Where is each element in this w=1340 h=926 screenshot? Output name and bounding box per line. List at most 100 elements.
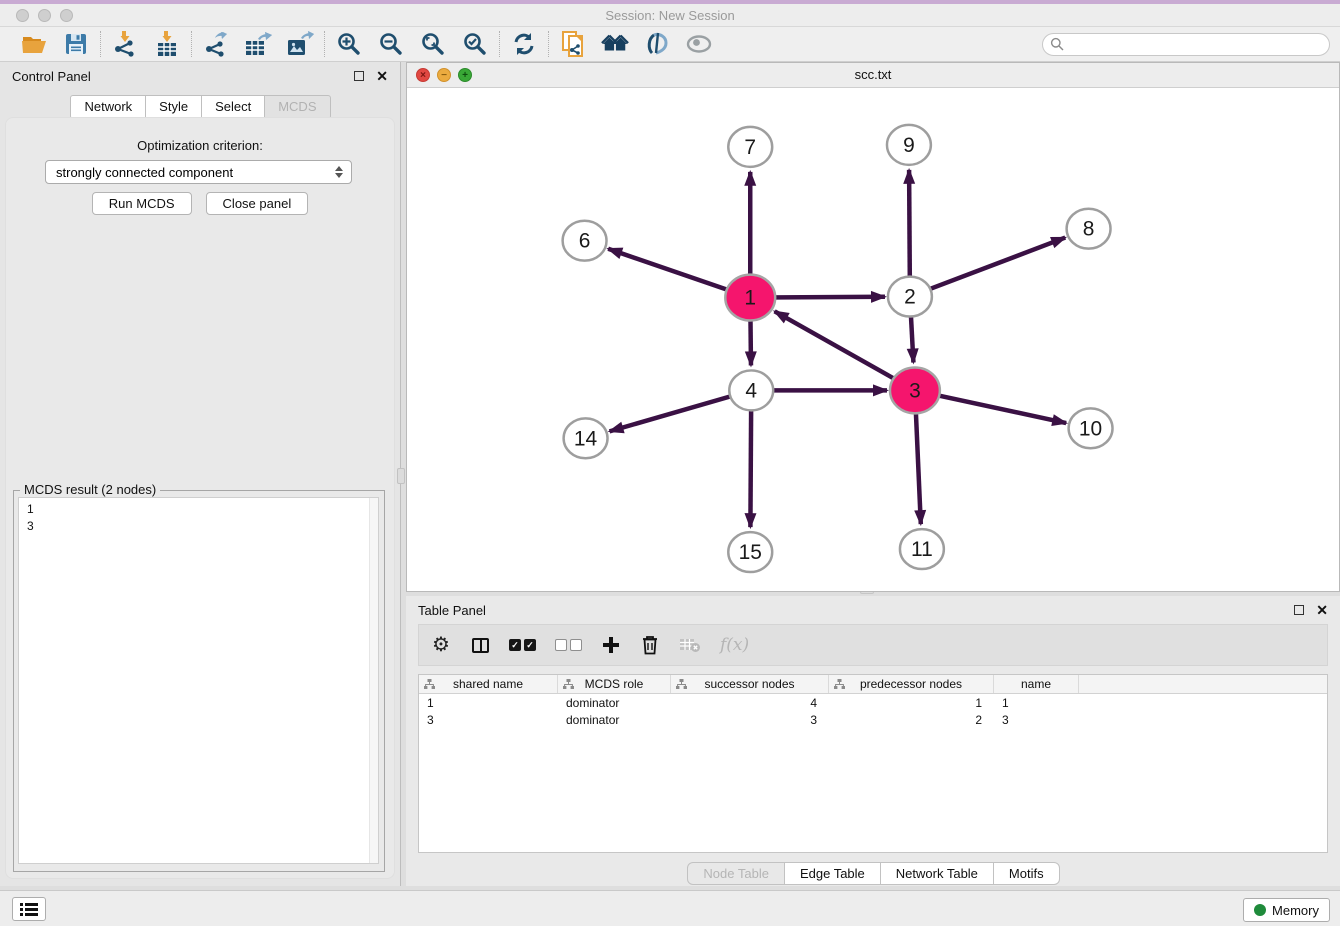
node-10[interactable]: 10 <box>1069 408 1113 448</box>
run-mcds-button[interactable]: Run MCDS <box>92 192 192 215</box>
application-window: Session: New Session <box>0 0 1340 926</box>
node-1[interactable]: 1 <box>725 275 775 321</box>
tab-edge-table[interactable]: Edge Table <box>784 862 881 885</box>
zoom-out-icon[interactable] <box>377 30 405 58</box>
column-label: name <box>1021 677 1051 691</box>
memory-button[interactable]: Memory <box>1243 898 1330 922</box>
network-canvas[interactable]: 7 9 6 8 1 2 4 3 14 10 15 11 <box>407 89 1339 591</box>
table-cell[interactable]: 1 <box>829 696 994 710</box>
search-icon <box>1050 37 1064 51</box>
vertical-splitter-handle[interactable] <box>397 468 405 484</box>
export-network-icon[interactable] <box>202 30 230 58</box>
table-row[interactable]: 3dominator323 <box>419 711 1327 728</box>
table-cell[interactable]: 1 <box>994 696 1079 710</box>
node-6[interactable]: 6 <box>563 221 607 261</box>
refresh-icon[interactable] <box>510 30 538 58</box>
visual-style-icon[interactable] <box>643 30 671 58</box>
node-label: 1 <box>744 287 756 310</box>
node-8[interactable]: 8 <box>1067 209 1111 249</box>
duplicate-network-icon[interactable] <box>559 30 587 58</box>
node-3[interactable]: 3 <box>890 367 940 413</box>
node-9[interactable]: 9 <box>887 125 931 165</box>
export-image-icon[interactable] <box>286 30 314 58</box>
table-cell[interactable]: dominator <box>558 713 671 727</box>
node-label: 9 <box>903 134 915 157</box>
mcds-result-title: MCDS result (2 nodes) <box>20 482 160 497</box>
result-scrollbar[interactable] <box>369 498 378 863</box>
node-11[interactable]: 11 <box>900 529 944 569</box>
node-2[interactable]: 2 <box>888 277 932 317</box>
show-columns-icon[interactable] <box>470 633 490 657</box>
node-label: 15 <box>739 541 762 564</box>
node-14[interactable]: 14 <box>564 418 608 458</box>
zoom-selected-icon[interactable] <box>461 30 489 58</box>
control-tab-mcds[interactable]: MCDS <box>264 95 330 119</box>
import-network-icon[interactable] <box>111 30 139 58</box>
node-label: 4 <box>745 379 757 402</box>
table-settings-gear-icon[interactable]: ⚙ <box>431 633 451 657</box>
close-panel-icon[interactable]: ✕ <box>376 69 388 83</box>
node-15[interactable]: 15 <box>728 532 772 572</box>
tab-network-table[interactable]: Network Table <box>880 862 994 885</box>
control-panel: Control Panel ✕ NetworkStyleSelectMCDS O… <box>0 62 401 886</box>
table-cell[interactable]: 1 <box>419 696 558 710</box>
tab-node-table[interactable]: Node Table <box>687 862 785 885</box>
export-table-icon[interactable] <box>244 30 272 58</box>
network-window-titlebar[interactable]: × − + scc.txt <box>407 63 1339 88</box>
eye-icon <box>685 30 713 58</box>
table-cell[interactable]: 3 <box>671 713 829 727</box>
table-cell[interactable]: 2 <box>829 713 994 727</box>
mcds-result-textarea[interactable]: 1 3 <box>18 497 379 864</box>
mcds-result-values: 1 3 <box>19 498 378 538</box>
column-type-icon <box>676 679 687 690</box>
node-table[interactable]: shared nameMCDS role successor nodes prede… <box>418 674 1328 853</box>
column-header-name[interactable]: name <box>994 675 1079 693</box>
table-row[interactable]: 1dominator411 <box>419 694 1327 711</box>
table-cell[interactable]: dominator <box>558 696 671 710</box>
select-stepper-icon <box>335 166 343 178</box>
search-input[interactable] <box>1068 35 1329 54</box>
network-graph[interactable]: 7 9 6 8 1 2 4 3 14 10 15 11 <box>407 89 1339 591</box>
node-label: 6 <box>579 230 591 253</box>
control-tab-select[interactable]: Select <box>201 95 265 119</box>
save-session-icon[interactable] <box>62 30 90 58</box>
delete-column-icon[interactable] <box>640 633 660 657</box>
search-field[interactable] <box>1042 33 1330 56</box>
control-tab-style[interactable]: Style <box>145 95 202 119</box>
node-label: 3 <box>909 379 921 402</box>
column-header-successor-nodes[interactable]: successor nodes <box>671 675 829 693</box>
open-session-icon[interactable] <box>20 30 48 58</box>
table-panel-tabs: Node TableEdge TableNetwork TableMotifs <box>406 862 1340 885</box>
select-all-columns-icon[interactable]: ✓✓ <box>509 633 536 657</box>
column-label: successor nodes <box>704 677 794 691</box>
table-cell[interactable]: 4 <box>671 696 829 710</box>
task-history-button[interactable] <box>12 897 46 921</box>
control-tab-network[interactable]: Network <box>70 95 146 119</box>
node-4[interactable]: 4 <box>729 370 773 410</box>
deselect-all-columns-icon[interactable] <box>555 633 582 657</box>
float-table-panel-icon[interactable] <box>1294 605 1304 615</box>
close-panel-button[interactable]: Close panel <box>206 192 309 215</box>
control-panel-header: Control Panel ✕ <box>0 62 400 90</box>
table-toolbar: ⚙ ✓✓ f(x) <box>418 624 1328 666</box>
column-header-predecessor-nodes[interactable]: predecessor nodes <box>829 675 994 693</box>
import-table-icon[interactable] <box>153 30 181 58</box>
zoom-in-icon[interactable] <box>335 30 363 58</box>
float-panel-icon[interactable] <box>354 71 364 81</box>
close-table-panel-icon[interactable]: ✕ <box>1316 603 1328 617</box>
table-cell[interactable]: 3 <box>419 713 558 727</box>
node-label: 2 <box>904 286 916 309</box>
column-header-MCDS-role[interactable]: MCDS role <box>558 675 671 693</box>
zoom-fit-icon[interactable] <box>419 30 447 58</box>
home-layout-icon[interactable] <box>601 30 629 58</box>
column-header-shared-name[interactable]: shared name <box>419 675 558 693</box>
edge-2-8[interactable] <box>910 238 1065 297</box>
table-cell[interactable]: 3 <box>994 713 1079 727</box>
selected-criterion: strongly connected component <box>56 165 335 180</box>
main-titlebar: Session: New Session <box>0 4 1340 27</box>
node-7[interactable]: 7 <box>728 127 772 167</box>
node-label: 11 <box>911 538 933 561</box>
tab-motifs[interactable]: Motifs <box>993 862 1060 885</box>
add-column-icon[interactable] <box>601 633 621 657</box>
optimization-criterion-select[interactable]: strongly connected component <box>45 160 352 184</box>
